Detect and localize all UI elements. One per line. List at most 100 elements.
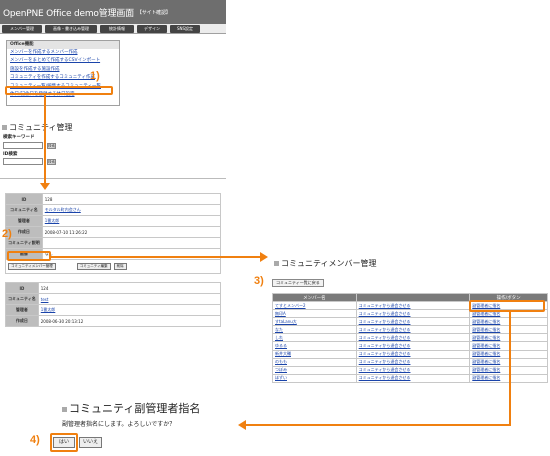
section-divider — [0, 178, 226, 179]
table-row: 管理者 1番太郎 — [5, 304, 222, 316]
step-2-highlight — [7, 251, 51, 261]
sub-admin-heading: コミュニティ副管理者指名 — [62, 400, 200, 416]
community-management-title: コミュニティ管理 — [9, 123, 73, 132]
leave-community-link[interactable]: コミュニティから退会させる — [355, 317, 471, 327]
table-row: つぼみ コミュニティから退会させる 副管理者に指名 — [272, 365, 548, 375]
sub-admin-title: コミュニティ副管理者指名 — [69, 402, 201, 415]
confirm-no-button[interactable]: いいえ — [79, 437, 102, 448]
member-name-link[interactable]: ほずい — [272, 373, 357, 383]
step-1-highlight — [5, 86, 113, 95]
search-keyword-button[interactable]: 検索 — [47, 143, 56, 149]
member-management-title: コミュニティメンバー管理 — [281, 259, 377, 268]
table-row: なた コミュニティから退会させる 副管理者に指名 — [272, 325, 548, 335]
office-functions-box: Office機能 メンバーを作成するメンバー作成 メンバーをまとめて作成するCS… — [6, 40, 120, 106]
member-name-link[interactable]: なた — [272, 325, 357, 335]
table-row: ID 128 — [5, 193, 222, 205]
table-row: ID 124 — [5, 282, 222, 294]
nav-member-management[interactable]: メンバー管理 — [2, 24, 42, 33]
record-key: ID — [5, 193, 43, 205]
arrow-3-line-horizontal — [246, 424, 511, 426]
table-row: 作成日 2008-06-30 20:13:12 — [5, 315, 222, 327]
step-4-label: 4) — [30, 434, 40, 446]
table-row: すtaLanu大 コミュニティから退会させる 副管理者に指名 — [272, 317, 548, 327]
arrow-3-line-vertical — [509, 312, 511, 425]
id-search-label: ID検索 — [3, 152, 18, 157]
record-key: 管理者 — [5, 215, 43, 227]
nav-sns-settings[interactable]: SNS設定 — [170, 24, 200, 33]
step-2-label: 2) — [2, 228, 12, 240]
record-actions: コミュニティメンバー管理 コミュニティ編集 削除 — [5, 260, 221, 274]
table-row: のもも コミュニティから退会させる 副管理者に指名 — [272, 357, 548, 367]
member-name-link[interactable]: しれ — [272, 333, 357, 343]
nav-image-post-management[interactable]: 画像・書き込み管理 — [45, 24, 97, 33]
member-name-link[interactable]: ゆるる — [272, 341, 357, 351]
community-name-link[interactable]: モルタル町内会さん — [45, 207, 81, 212]
nav-design[interactable]: デザイン — [137, 24, 167, 33]
nav-statistics[interactable]: 統計情報 — [100, 24, 134, 33]
step-4-highlight — [50, 433, 78, 452]
step-3-highlight — [469, 300, 545, 312]
member-name-link[interactable]: 新井大輔 — [272, 349, 357, 359]
leave-community-link[interactable]: コミュニティから退会させる — [355, 365, 471, 375]
site-check-link[interactable]: 【サイト確認】 — [137, 9, 171, 16]
office-link-create-facility[interactable]: 施設を作成する施設作成 — [7, 66, 119, 74]
table-row: 新井大輔 コミュニティから退会させる 副管理者に指名 — [272, 349, 548, 359]
arrow-1-head — [40, 183, 50, 190]
member-name-link[interactable]: 無印A — [272, 309, 357, 319]
community-record-table: ID 128 コミュニティ名 モルタル町内会さん 管理者 1番太郎 作成日 2008-0… — [5, 193, 222, 260]
id-search-input[interactable] — [3, 158, 43, 165]
office-link-create-community[interactable]: コミュニティを作成するコミュニティ作成 — [7, 74, 119, 82]
member-name-link[interactable]: つぼみ — [272, 365, 357, 375]
back-to-community-list-button[interactable]: コミュニティ一覧に戻る — [272, 279, 324, 287]
leave-community-link[interactable]: コミュニティから退会させる — [355, 309, 471, 319]
search-keyword-input[interactable] — [3, 142, 43, 149]
community-record-2: ID 124 コミュニティ名 test 管理者 1番太郎 作成日 2008-06-30 … — [5, 282, 222, 327]
leave-community-link[interactable]: コミュニティから退会させる — [355, 300, 471, 311]
leave-community-link[interactable]: コミュニティから退会させる — [355, 341, 471, 351]
heading-bullet-icon — [62, 407, 67, 412]
community-management-heading: コミュニティ管理 — [2, 122, 73, 133]
member-name-link[interactable]: すtaLanu大 — [272, 317, 357, 327]
member-name-link[interactable]: のもも — [272, 357, 357, 367]
id-search-button[interactable]: 検索 — [47, 159, 56, 165]
search-keyword-label: 検索キーワード — [3, 135, 35, 140]
community-name-link[interactable]: test — [41, 297, 49, 302]
member-name-link[interactable]: てすとメンバー2 — [272, 300, 357, 311]
table-row: コミュニティ名 モルタル町内会さん — [5, 204, 222, 216]
office-link-csv-import[interactable]: メンバーをまとめて作成するCSVインポート — [7, 57, 119, 65]
community-delete-button[interactable]: 削除 — [113, 263, 127, 270]
community-record-1: ID 128 コミュニティ名 モルタル町内会さん 管理者 1番太郎 作成日 2008-0… — [5, 193, 222, 274]
record-value — [41, 237, 222, 249]
heading-bullet-icon — [2, 125, 7, 130]
record-value: 2008-06-30 20:13:12 — [37, 315, 222, 327]
table-row: しれ コミュニティから退会させる 副管理者に指名 — [272, 333, 548, 343]
table-row: 作成日 2008-07-10 11:26:22 — [5, 226, 222, 238]
table-row: 管理者 1番太郎 — [5, 215, 222, 227]
admin-member-link[interactable]: 1番太郎 — [41, 307, 56, 312]
column-member-name: メンバー名 — [272, 293, 357, 302]
leave-community-link[interactable]: コミュニティから退会させる — [355, 325, 471, 335]
community-member-management-button[interactable]: コミュニティメンバー管理 — [8, 263, 56, 270]
admin-title: OpenPNE Office demo管理画面 【サイト確認】 — [0, 0, 226, 24]
step-1-label: 1) — [90, 70, 100, 82]
leave-community-link[interactable]: コミュニティから退会させる — [355, 333, 471, 343]
record-key: コミュニティ名 — [5, 204, 43, 216]
table-row: コミュニティ説明 — [5, 237, 222, 249]
table-row: ほずい コミュニティから退会させる 副管理者に指名 — [272, 373, 548, 383]
record-value: 2008-07-10 11:26:22 — [41, 226, 222, 238]
record-value: 128 — [41, 193, 222, 205]
office-link-create-member[interactable]: メンバーを作成するメンバー作成 — [7, 49, 119, 57]
leave-community-link[interactable]: コミュニティから退会させる — [355, 373, 471, 383]
step-3-label: 3) — [254, 275, 264, 287]
community-record-table: ID 124 コミュニティ名 test 管理者 1番太郎 作成日 2008-06-30 … — [5, 282, 222, 327]
column-leave — [355, 293, 471, 302]
arrow-2-line — [51, 256, 261, 258]
community-edit-button[interactable]: コミュニティ編集 — [76, 263, 111, 270]
record-key: コミュニティ名 — [5, 293, 39, 305]
member-management-heading: コミュニティメンバー管理 — [274, 258, 377, 269]
leave-community-link[interactable]: コミュニティから退会させる — [355, 349, 471, 359]
admin-title-text: OpenPNE Office demo管理画面 — [3, 8, 134, 19]
admin-nav: メンバー管理 画像・書き込み管理 統計情報 デザイン SNS設定 — [0, 24, 226, 34]
admin-member-link[interactable]: 1番太郎 — [45, 218, 60, 223]
leave-community-link[interactable]: コミュニティから退会させる — [355, 357, 471, 367]
